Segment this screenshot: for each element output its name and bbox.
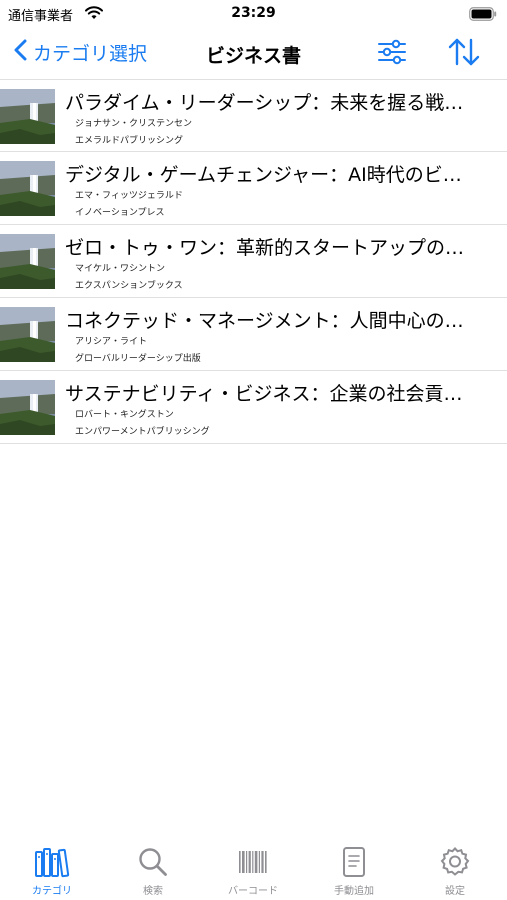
book-author: アリシア・ライト [75,337,148,347]
tab-label: バーコード [228,886,278,897]
navigation-bar: カテゴリ選択 ビジネス書 [0,28,507,76]
back-button-label: カテゴリ選択 [33,42,148,65]
book-title: パラダイム・リーダーシップ：未来を握る戦… [65,92,464,114]
tab-label: カテゴリ [32,886,72,897]
book-title: デジタル・ゲームチェンジャー：AI時代のビ… [65,164,462,186]
book-row[interactable]: デジタル・ゲームチェンジャー：AI時代のビ… エマ・フィッツジェラルド イノベー… [0,152,507,225]
book-cover-thumbnail [0,234,55,289]
book-cover-thumbnail [0,161,55,216]
books-icon [17,846,87,878]
book-row[interactable]: コネクテッド・マネージメント：人間中心の… アリシア・ライト グローバルリーダー… [0,298,507,371]
book-cover-thumbnail [0,307,55,362]
book-cover-thumbnail [0,89,55,144]
book-publisher: エンパワーメントパブリッシング [75,427,210,437]
book-list: パラダイム・リーダーシップ：未来を握る戦… ジョナサン・クリステンセン エメラル… [0,79,507,444]
book-publisher: エメラルドパブリッシング [75,136,184,146]
tab-search[interactable]: 検索 [118,846,188,900]
book-title: コネクテッド・マネージメント：人間中心の… [65,310,464,332]
tab-category[interactable]: カテゴリ [17,846,87,900]
filter-button[interactable] [376,38,408,66]
gear-icon [420,846,490,878]
book-author: マイケル・ワシントン [75,264,166,274]
tab-label: 検索 [143,886,163,897]
book-title: ゼロ・トゥ・ワン：革新的スタートアップの… [65,237,465,259]
book-publisher: エクスパンションブックス [75,281,183,291]
tab-barcode[interactable]: バーコード [218,846,288,900]
book-publisher: イノベーションプレス [75,208,165,218]
status-bar: 通信事業者 23:29 [0,0,507,28]
book-author: エマ・フィッツジェラルド [75,191,183,201]
document-icon [319,846,389,878]
book-row[interactable]: サステナビリティ・ビジネス：企業の社会貢… ロバート・キングストン エンパワーメ… [0,371,507,444]
tab-bar: カテゴリ 検索 バーコード 手動追加 設定 [0,838,507,900]
battery-icon [469,6,497,25]
sort-button[interactable] [446,36,482,68]
book-cover-thumbnail [0,380,55,435]
sort-arrows-icon [446,38,482,72]
tab-manual-add[interactable]: 手動追加 [319,846,389,900]
back-button[interactable]: カテゴリ選択 [14,36,147,68]
book-row[interactable]: パラダイム・リーダーシップ：未来を握る戦… ジョナサン・クリステンセン エメラル… [0,79,507,152]
book-title: サステナビリティ・ビジネス：企業の社会貢… [65,383,463,405]
book-author: ジョナサン・クリステンセン [75,119,193,129]
barcode-icon [218,846,288,878]
chevron-left-icon [14,39,27,65]
search-icon [118,846,188,878]
status-time: 23:29 [231,5,276,21]
book-author: ロバート・キングストン [75,410,174,420]
book-publisher: グローバルリーダーシップ出版 [75,354,201,364]
book-row[interactable]: ゼロ・トゥ・ワン：革新的スタートアップの… マイケル・ワシントン エクスパンショ… [0,225,507,298]
sliders-icon [376,39,408,70]
tab-settings[interactable]: 設定 [420,846,490,900]
tab-label: 設定 [445,886,465,897]
tab-label: 手動追加 [334,886,374,897]
